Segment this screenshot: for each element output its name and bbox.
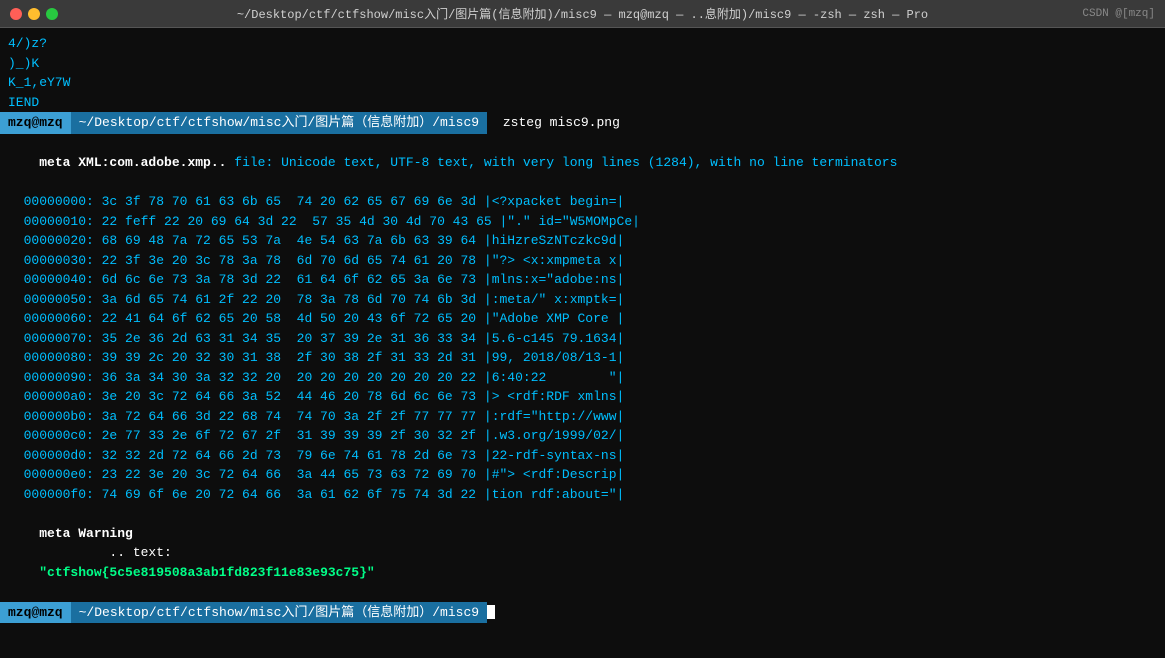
hex-line: 000000e0: 23 22 3e 20 3c 72 64 66 3a 44 …	[0, 465, 1165, 485]
hex-ascii: |"Adobe XMP Core |	[484, 311, 624, 326]
hex-ascii: |"." id="W5MOMpCe|	[500, 214, 640, 229]
hex-addr: 00000050:	[24, 292, 102, 307]
hex-ascii: |> <rdf:RDF xmlns|	[484, 389, 624, 404]
hex-ascii: |:meta/" x:xmptk=|	[484, 292, 624, 307]
hex-ascii: |5.6-c145 79.1634|	[484, 331, 624, 346]
hex-line: 00000010: 22 feff 22 20 69 64 3d 22 57 3…	[0, 212, 1165, 232]
terminal: 4/)z? )_)K K_1,eY7W IEND mzq@mzq ~/Deskt…	[0, 28, 1165, 658]
hex-addr: 000000b0:	[24, 409, 102, 424]
hex-addr: 00000080:	[24, 350, 102, 365]
prompt-line-2: mzq@mzq ~/Desktop/ctf/ctfshow/misc入门/图片篇…	[0, 602, 1165, 624]
hex-bytes: 22 41 64 6f 62 65 20 58 4d 50 20 43 6f 7…	[102, 311, 484, 326]
csdn-label: CSDN @[mzq]	[1082, 8, 1155, 20]
output-line: )_)K	[0, 54, 1165, 74]
hex-ascii: |"?> <x:xmpmeta x|	[484, 253, 624, 268]
warning-meta: meta Warning	[39, 526, 133, 541]
hex-bytes: 3a 6d 65 74 61 2f 22 20 78 3a 78 6d 70 7…	[102, 292, 484, 307]
meta-label: meta XML:com.adobe.xmp..	[39, 155, 234, 170]
hex-line: 00000080: 39 39 2c 20 32 30 31 38 2f 30 …	[0, 348, 1165, 368]
close-button[interactable]	[10, 8, 22, 20]
warning-line: meta Warning .. text: "ctfshow{5c5e81950…	[0, 504, 1165, 602]
window-title: ~/Desktop/ctf/ctfshow/misc入门/图片篇(信息附加)/m…	[237, 5, 928, 22]
hex-line: 00000030: 22 3f 3e 20 3c 78 3a 78 6d 70 …	[0, 251, 1165, 271]
hex-addr: 000000f0:	[24, 487, 102, 502]
hex-ascii: |mlns:x="adobe:ns|	[484, 272, 624, 287]
output-line: 4/)z?	[0, 34, 1165, 54]
hex-line: 000000c0: 2e 77 33 2e 6f 72 67 2f 31 39 …	[0, 426, 1165, 446]
hex-bytes: 3c 3f 78 70 61 63 6b 65 74 20 62 65 67 6…	[102, 194, 484, 209]
hex-ascii: |tion rdf:about="|	[484, 487, 624, 502]
hex-line: 00000090: 36 3a 34 30 3a 32 32 20 20 20 …	[0, 368, 1165, 388]
prompt-path-2: ~/Desktop/ctf/ctfshow/misc入门/图片篇（信息附加）/m…	[71, 602, 487, 624]
hex-addr: 00000020:	[24, 233, 102, 248]
hex-addr: 000000e0:	[24, 467, 102, 482]
hex-ascii: |<?xpacket begin=|	[484, 194, 624, 209]
hex-addr: 00000010:	[24, 214, 102, 229]
hex-ascii: |#"> <rdf:Descrip|	[484, 467, 624, 482]
prompt-path: ~/Desktop/ctf/ctfshow/misc入门/图片篇（信息附加）/m…	[71, 112, 487, 134]
hex-addr: 00000000:	[24, 194, 102, 209]
hex-bytes: 23 22 3e 20 3c 72 64 66 3a 44 65 73 63 7…	[102, 467, 484, 482]
output-line: IEND	[0, 93, 1165, 113]
meta-line: meta XML:com.adobe.xmp.. file: Unicode t…	[0, 134, 1165, 193]
maximize-button[interactable]	[46, 8, 58, 20]
hex-line: 00000060: 22 41 64 6f 62 65 20 58 4d 50 …	[0, 309, 1165, 329]
hex-addr: 000000a0:	[24, 389, 102, 404]
hex-line: 000000f0: 74 69 6f 6e 20 72 64 66 3a 61 …	[0, 485, 1165, 505]
hex-bytes: 36 3a 34 30 3a 32 32 20 20 20 20 20 20 2…	[102, 370, 484, 385]
hex-line: 000000d0: 32 32 2d 72 64 66 2d 73 79 6e …	[0, 446, 1165, 466]
hex-addr: 00000070:	[24, 331, 102, 346]
hex-bytes: 32 32 2d 72 64 66 2d 73 79 6e 74 61 78 2…	[102, 448, 484, 463]
hex-bytes: 6d 6c 6e 73 3a 78 3d 22 61 64 6f 62 65 3…	[102, 272, 484, 287]
hex-bytes: 74 69 6f 6e 20 72 64 66 3a 61 62 6f 75 7…	[102, 487, 484, 502]
hex-addr: 00000090:	[24, 370, 102, 385]
hex-line: 000000b0: 3a 72 64 66 3d 22 68 74 74 70 …	[0, 407, 1165, 427]
flag-value: "ctfshow{5c5e819508a3ab1fd823f11e83e93c7…	[39, 565, 374, 580]
meta-value: file: Unicode text, UTF-8 text, with ver…	[234, 155, 897, 170]
hex-bytes: 3e 20 3c 72 64 66 3a 52 44 46 20 78 6d 6…	[102, 389, 484, 404]
hex-addr: 00000030:	[24, 253, 102, 268]
hex-bytes: 68 69 48 7a 72 65 53 7a 4e 54 63 7a 6b 6…	[102, 233, 484, 248]
hex-ascii: |:rdf="http://www|	[484, 409, 624, 424]
cursor	[487, 605, 495, 619]
hex-line: 00000070: 35 2e 36 2d 63 31 34 35 20 37 …	[0, 329, 1165, 349]
hex-addr: 00000040:	[24, 272, 102, 287]
prompt-user-2: mzq@mzq	[0, 602, 71, 624]
hex-line: 00000000: 3c 3f 78 70 61 63 6b 65 74 20 …	[0, 192, 1165, 212]
prompt-line-1: mzq@mzq ~/Desktop/ctf/ctfshow/misc入门/图片篇…	[0, 112, 1165, 134]
hex-addr: 000000c0:	[24, 428, 102, 443]
output-line: K_1,eY7W	[0, 73, 1165, 93]
hex-bytes: 35 2e 36 2d 63 31 34 35 20 37 39 2e 31 3…	[102, 331, 484, 346]
hex-line: 00000040: 6d 6c 6e 73 3a 78 3d 22 61 64 …	[0, 270, 1165, 290]
hex-line: 00000020: 68 69 48 7a 72 65 53 7a 4e 54 …	[0, 231, 1165, 251]
hex-line: 000000a0: 3e 20 3c 72 64 66 3a 52 44 46 …	[0, 387, 1165, 407]
prompt-command: zsteg misc9.png	[487, 113, 628, 133]
hex-ascii: |22-rdf-syntax-ns|	[484, 448, 624, 463]
title-bar: ~/Desktop/ctf/ctfshow/misc入门/图片篇(信息附加)/m…	[0, 0, 1165, 28]
hex-ascii: |6:40:22 "|	[484, 370, 624, 385]
warning-dots: .. text:	[39, 545, 179, 560]
hex-bytes: 22 feff 22 20 69 64 3d 22 57 35 4d 30 4d…	[102, 214, 500, 229]
minimize-button[interactable]	[28, 8, 40, 20]
hex-ascii: |99, 2018/08/13-1|	[484, 350, 624, 365]
hex-bytes: 2e 77 33 2e 6f 72 67 2f 31 39 39 39 2f 3…	[102, 428, 484, 443]
prompt-user: mzq@mzq	[0, 112, 71, 134]
hex-bytes: 22 3f 3e 20 3c 78 3a 78 6d 70 6d 65 74 6…	[102, 253, 484, 268]
hex-ascii: |.w3.org/1999/02/|	[484, 428, 624, 443]
traffic-lights	[10, 8, 58, 20]
hex-ascii: |hiHzreSzNTczkc9d|	[484, 233, 624, 248]
hex-addr: 00000060:	[24, 311, 102, 326]
hex-line: 00000050: 3a 6d 65 74 61 2f 22 20 78 3a …	[0, 290, 1165, 310]
hex-bytes: 3a 72 64 66 3d 22 68 74 74 70 3a 2f 2f 7…	[102, 409, 484, 424]
hex-bytes: 39 39 2c 20 32 30 31 38 2f 30 38 2f 31 3…	[102, 350, 484, 365]
hex-addr: 000000d0:	[24, 448, 102, 463]
